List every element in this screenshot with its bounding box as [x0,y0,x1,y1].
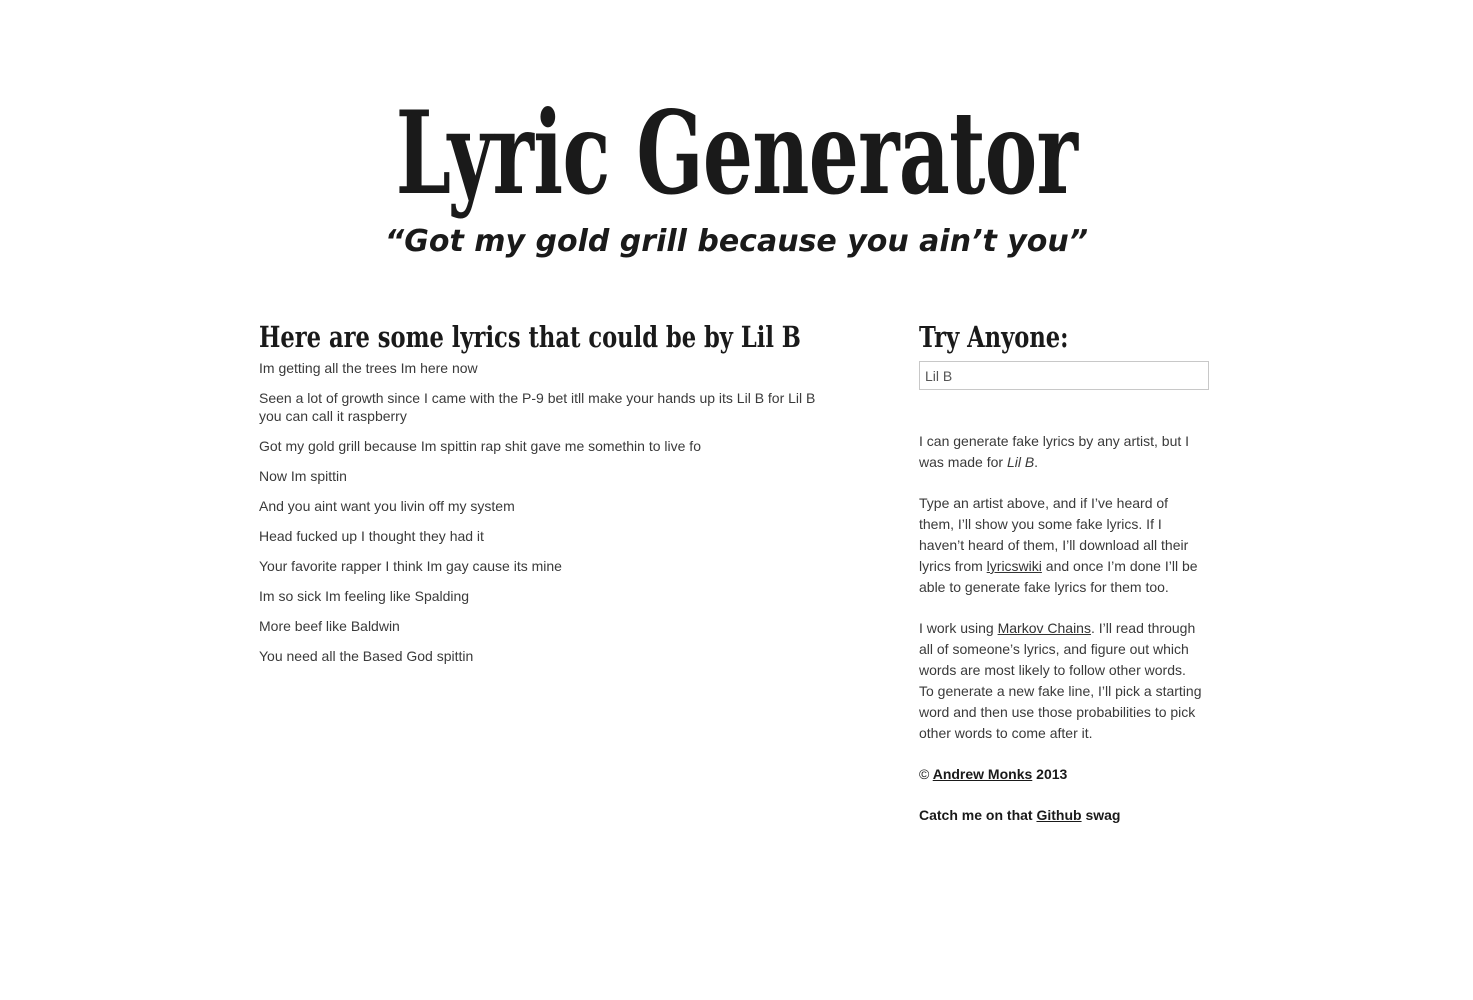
lyric-line: Seen a lot of growth since I came with t… [259,390,816,424]
copyright-symbol: © [919,766,930,782]
markov-chains-link[interactable]: Markov Chains [998,620,1091,636]
github-link[interactable]: Github [1036,807,1081,823]
github-line: Catch me on that Github swag [919,805,1204,826]
sidebar: Try Anyone: I can generate fake lyrics b… [919,318,1209,826]
tagline: “Got my gold grill because you ain’t you… [384,224,1089,259]
author-link[interactable]: Andrew Monks [933,766,1033,782]
lyrics-heading: Here are some lyrics that could be by Li… [259,320,801,354]
artist-input[interactable] [919,361,1209,390]
lyric-line: Your favorite rapper I think Im gay caus… [259,558,562,574]
github-text-end: swag [1081,807,1121,823]
lyric-line: More beef like Baldwin [259,618,400,634]
lyric-line: You need all the Based God spittin [259,648,474,664]
try-anyone-heading: Try Anyone: [919,320,1069,354]
how-text: I work using [919,620,998,636]
instructions-paragraph: Type an artist above, and if I’ve heard … [919,493,1204,598]
lyric-line: Got my gold grill because Im spittin rap… [259,438,701,454]
lyric-line: Im so sick Im feeling like Spalding [259,588,470,604]
copyright-line: © Andrew Monks 2013 [919,764,1204,785]
lyrics-section: Here are some lyrics that could be by Li… [259,318,829,677]
lyric-line: Im getting all the trees Im here now [259,360,478,376]
about-end: . [1034,454,1039,470]
github-text: Catch me on that [919,807,1037,823]
about-paragraph: I can generate fake lyrics by any artist… [919,431,1204,473]
lyricswiki-link[interactable]: lyricswiki [987,558,1042,574]
how-it-works-paragraph: I work using Markov Chains. I’ll read th… [919,618,1204,744]
about-text: I can generate fake lyrics by any artist… [919,433,1190,470]
lyrics-list: Im getting all the trees Im here now See… [259,359,829,665]
lyric-line: Now Im spittin [259,468,347,484]
lyric-line: Head fucked up I thought they had it [259,528,484,544]
site-title: Lyric Generator [395,86,1078,220]
copyright-year: 2013 [1036,766,1068,782]
how-text-end: . I’ll read through all of someone’s lyr… [919,620,1202,741]
about-artist: Lil B [1006,454,1035,470]
lyric-line: And you aint want you livin off my syste… [259,498,515,514]
site-header: Lyric Generator “Got my gold grill becau… [0,88,1473,262]
